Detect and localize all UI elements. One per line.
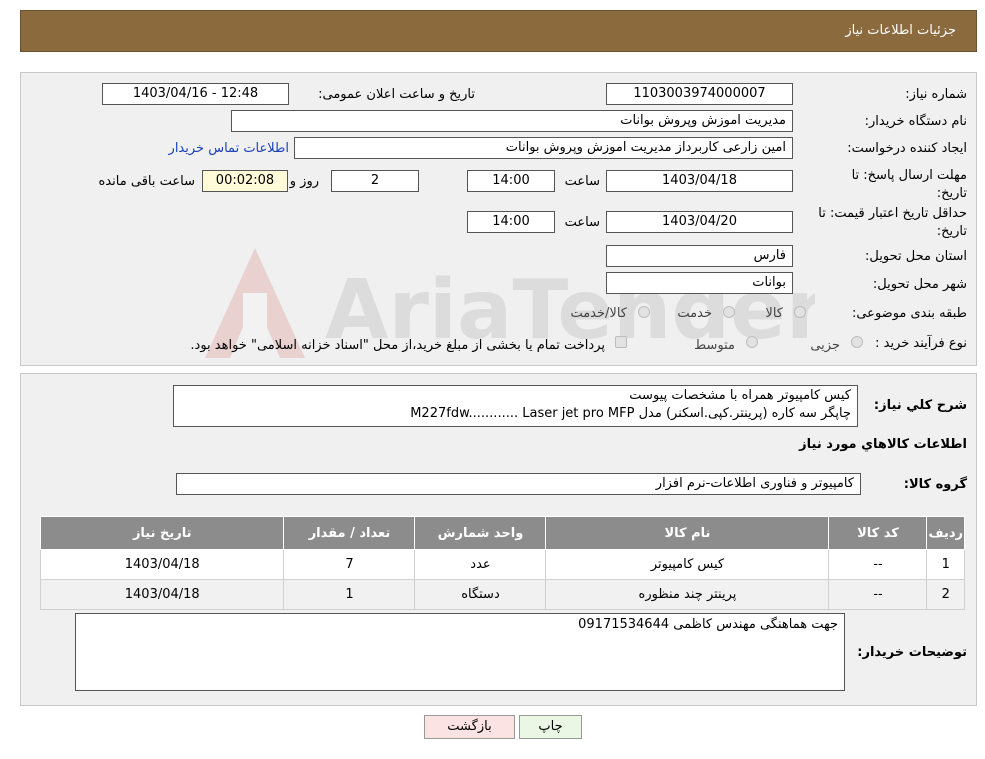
- cell-qty: 1: [283, 579, 416, 610]
- validity-time-field: 14:00: [467, 211, 555, 233]
- process-note: پرداخت تمام یا بخشی از مبلغ خرید،از محل …: [190, 338, 605, 353]
- process-medium-radio[interactable]: [746, 336, 758, 348]
- city-label: شهر محل تحویل:: [872, 277, 967, 292]
- announce-label: تاریخ و ساعت اعلان عمومی:: [318, 87, 475, 102]
- cell-date: 1403/04/18: [39, 549, 285, 580]
- col-unit: واحد شمارش: [414, 516, 547, 550]
- goods-table: ردیف کد کالا نام کالا واحد شمارش تعداد /…: [39, 516, 965, 610]
- requester-field: امین زارعی کاربرداز مدیریت اموزش وپروش ب…: [294, 137, 793, 159]
- requester-label: ایجاد کننده درخواست:: [847, 141, 967, 156]
- category-service-label: خدمت: [677, 306, 712, 321]
- table-row: 1 -- کیس کامپیوتر عدد 7 1403/04/18: [39, 549, 965, 580]
- buyer-notes-text: جهت هماهنگی مهندس کاظمی 09171534644: [578, 617, 838, 632]
- contact-info-link[interactable]: اطلاعات تماس خریدار: [169, 141, 289, 156]
- col-date: تاریخ نیاز: [39, 516, 285, 550]
- summary-label: شرح کلي نیاز:: [873, 398, 967, 413]
- remaining-label: ساعت باقی مانده: [98, 174, 195, 189]
- days-label: روز و: [289, 174, 319, 189]
- city-field: بوانات: [606, 272, 793, 294]
- deadline-label: مهلت ارسال پاسخ: تا: [851, 168, 967, 183]
- validity-time-label: ساعت: [564, 215, 600, 230]
- process-partial-radio[interactable]: [851, 336, 863, 348]
- print-button[interactable]: چاپ: [519, 715, 582, 739]
- remaining-time-field: 00:02:08: [202, 170, 288, 192]
- cell-name: کیس کامپیوتر: [545, 549, 830, 580]
- goods-group-label: گروه کالا:: [903, 477, 967, 492]
- buyer-org-field: مدیریت اموزش وپروش بوانات: [231, 110, 793, 132]
- category-label: طبقه بندی موضوعی:: [851, 306, 967, 321]
- summary-line-1: کیس کامپیوتر همراه با مشخصات پیوست: [629, 388, 851, 403]
- process-label: نوع فرآیند خرید :: [875, 336, 967, 351]
- buyer-org-label: نام دستگاه خریدار:: [864, 114, 967, 129]
- need-number-label: شماره نیاز:: [905, 87, 967, 102]
- province-label: استان محل تحویل:: [865, 249, 967, 264]
- province-field: فارس: [606, 245, 793, 267]
- validity-date-field: 1403/04/20: [606, 211, 793, 233]
- announce-field: 1403/04/16 - 12:48: [102, 83, 289, 105]
- deadline-label-2: تاریخ:: [936, 186, 967, 201]
- deadline-time-label: ساعت: [564, 174, 600, 189]
- treasury-checkbox[interactable]: [615, 336, 627, 348]
- category-goods-label: کالا: [765, 306, 783, 321]
- goods-section-title: اطلاعات کالاهاي مورد نیاز: [799, 437, 967, 452]
- goods-table-header: ردیف کد کالا نام کالا واحد شمارش تعداد /…: [39, 516, 965, 550]
- category-goods-radio[interactable]: [794, 306, 806, 318]
- col-row: ردیف: [926, 516, 965, 550]
- process-partial-label: جزیی: [810, 338, 840, 353]
- summary-line-2: چاپگر سه کاره (پرینتر.کپی.اسکنر) مدل M22…: [410, 406, 851, 421]
- table-row: 2 -- پرینتر چند منظوره دستگاه 1 1403/04/…: [39, 579, 965, 610]
- category-service-radio[interactable]: [723, 306, 735, 318]
- deadline-date-field: 1403/04/18: [606, 170, 793, 192]
- col-code: کد کالا: [828, 516, 928, 550]
- cell-unit: دستگاه: [414, 579, 547, 610]
- validity-label: حداقل تاریخ اعتبار قیمت: تا: [818, 206, 967, 221]
- summary-field: کیس کامپیوتر همراه با مشخصات پیوست چاپگر…: [173, 385, 858, 427]
- goods-group-field: کامپیوتر و فناوری اطلاعات-نرم افزار: [176, 473, 861, 495]
- category-both-label: کالا/خدمت: [570, 306, 627, 321]
- need-number-field: 1103003974000007: [606, 83, 793, 105]
- col-name: نام کالا: [545, 516, 830, 550]
- col-qty: تعداد / مقدار: [283, 516, 416, 550]
- buyer-notes-label: توضیحات خریدار:: [857, 645, 967, 660]
- page-title: جزئیات اطلاعات نیاز: [845, 23, 956, 38]
- page-header: جزئیات اطلاعات نیاز: [20, 10, 977, 52]
- cell-row: 1: [926, 549, 965, 580]
- category-both-radio[interactable]: [638, 306, 650, 318]
- cell-code: --: [828, 579, 928, 610]
- cell-unit: عدد: [414, 549, 547, 580]
- process-medium-label: متوسط: [694, 338, 735, 353]
- cell-row: 2: [926, 579, 965, 610]
- validity-label-2: تاریخ:: [936, 224, 967, 239]
- back-button[interactable]: بازگشت: [424, 715, 515, 739]
- deadline-time-field: 14:00: [467, 170, 555, 192]
- cell-date: 1403/04/18: [39, 579, 285, 610]
- cell-code: --: [828, 549, 928, 580]
- cell-qty: 7: [283, 549, 416, 580]
- cell-name: پرینتر چند منظوره: [545, 579, 830, 610]
- days-field: 2: [331, 170, 419, 192]
- buyer-notes-field: جهت هماهنگی مهندس کاظمی 09171534644: [75, 613, 845, 691]
